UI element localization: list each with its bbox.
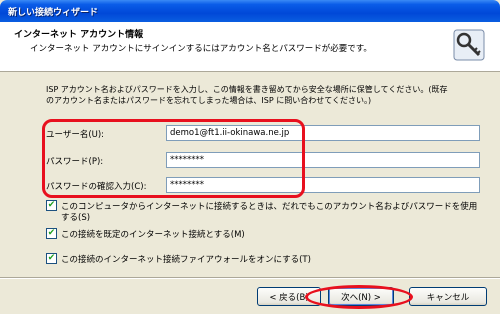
share-account-checkbox[interactable]: ✔ (46, 200, 57, 211)
highlight-box (42, 119, 305, 198)
instructions-line: ISP アカウント名およびパスワードを入力し、この情報を書き留めてから安全な場所… (46, 85, 448, 94)
window-title: 新しい接続ウィザード (8, 8, 99, 18)
firewall-checkbox[interactable]: ✔ (46, 253, 57, 264)
wizard-window: 新しい接続ウィザード インターネット アカウント情報 インターネット アカウント… (0, 0, 500, 314)
default-connection-checkbox[interactable]: ✔ (46, 228, 57, 239)
instructions-text: ISP アカウント名およびパスワードを入力し、この情報を書き留めてから安全な場所… (46, 84, 486, 106)
highlight-ellipse (305, 285, 413, 309)
share-account-label: このコンピュータからインターネットに接続するときは、だれでもこのアカウント名およ… (61, 202, 478, 212)
firewall-checkbox-row[interactable]: ✔ この接続のインターネット接続ファイアウォールをオンにする(T) (46, 253, 346, 265)
page-title: インターネット アカウント情報 (14, 30, 144, 40)
firewall-label: この接続のインターネット接続ファイアウォールをオンにする(T) (61, 255, 311, 265)
title-bar[interactable]: 新しい接続ウィザード (0, 0, 500, 22)
footer-separator (0, 277, 500, 279)
key-icon (453, 29, 485, 61)
share-account-label-cont: する(S) (61, 213, 91, 223)
instructions-line: のアカウント名またはパスワードを忘れてしまった場合は、ISP に問い合わせてくだ… (46, 96, 372, 105)
share-account-checkbox-row[interactable]: ✔ このコンピュータからインターネットに接続するときは、だれでもこのアカウント名… (46, 200, 486, 224)
default-connection-label: この接続を既定のインターネット接続とする(M) (61, 230, 245, 240)
cancel-button[interactable]: キャンセル (409, 287, 487, 306)
page-subtitle: インターネット アカウントにサインインするにはアカウント名とパスワードが必要です… (30, 44, 372, 54)
wizard-header: インターネット アカウント情報 インターネット アカウントにサインインするにはア… (0, 22, 500, 72)
default-connection-checkbox-row[interactable]: ✔ この接続を既定のインターネット接続とする(M) (46, 228, 346, 240)
